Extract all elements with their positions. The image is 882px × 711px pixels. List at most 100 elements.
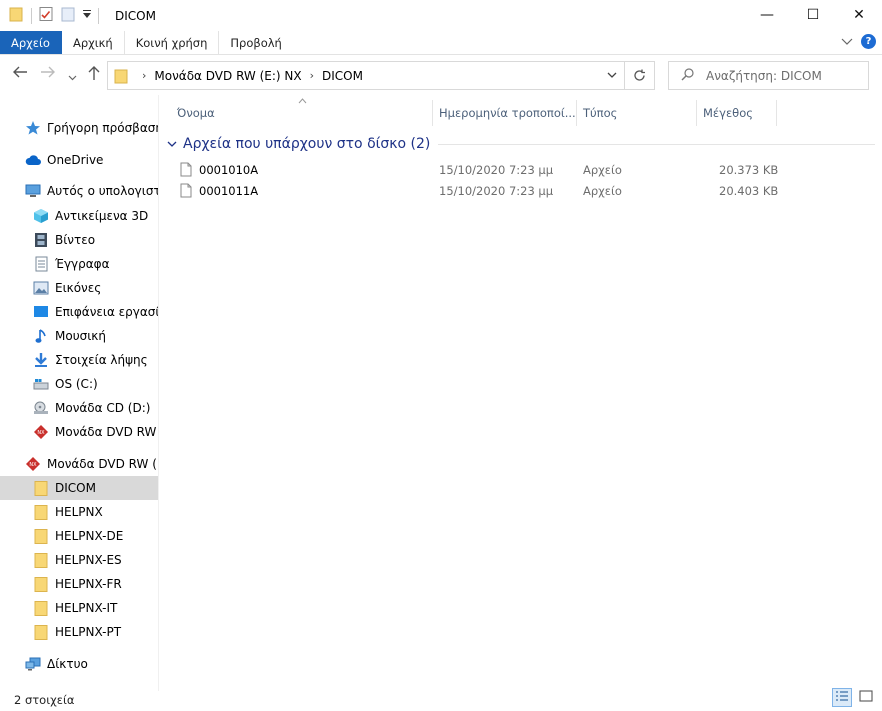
sidebar-item-label: Μονάδα DVD RW (E:): [47, 457, 158, 471]
folder-icon: [33, 528, 49, 544]
document-icon: [33, 256, 49, 272]
sidebar-item-quick-access[interactable]: Γρήγορη πρόσβαση: [0, 116, 158, 140]
sidebar-item-label: HELPNX-DE: [55, 529, 124, 543]
file-row[interactable]: 0001010A 15/10/2020 7:23 μμ Αρχείο 20.37…: [160, 159, 882, 180]
sidebar-item-videos[interactable]: Βίντεο: [0, 228, 158, 252]
customize-quick-access-icon[interactable]: [82, 8, 92, 23]
forward-arrow-icon[interactable]: [40, 65, 56, 83]
sidebar-item-helpnx-es[interactable]: HELPNX-ES: [0, 548, 158, 572]
folder-icon: [33, 504, 49, 520]
large-icons-view-button[interactable]: [856, 688, 876, 707]
maximize-button[interactable]: ☐: [790, 0, 836, 30]
recent-locations-chevron-icon[interactable]: [68, 69, 77, 85]
sidebar-item-label: HELPNX-PT: [55, 625, 122, 639]
file-type: Αρχείο: [583, 183, 622, 198]
sidebar-item-label: Έγγραφα: [55, 257, 110, 271]
sidebar-item-helpnx-fr[interactable]: HELPNX-FR: [0, 572, 158, 596]
folder-icon: [33, 480, 49, 496]
sidebar-item-helpnx-de[interactable]: HELPNX-DE: [0, 524, 158, 548]
sidebar-item-label: Αυτός ο υπολογιστής: [47, 184, 158, 198]
file-group-header[interactable]: Αρχεία που υπάρχουν στο δίσκο (2): [167, 133, 875, 155]
tab-share[interactable]: Κοινή χρήση: [125, 31, 220, 54]
sidebar-item-cd-d[interactable]: Μονάδα CD (D:): [0, 396, 158, 420]
sidebar-item-helpnx-it[interactable]: HELPNX-IT: [0, 596, 158, 620]
address-bar[interactable]: › Μονάδα DVD RW (E:) NX › DICOM: [107, 61, 655, 90]
sidebar-item-label: Αντικείμενα 3D: [55, 209, 149, 223]
group-divider: [438, 143, 875, 145]
details-view-button[interactable]: [832, 688, 852, 707]
sidebar-item-label: Βίντεο: [55, 233, 96, 247]
column-date-modified[interactable]: Ημερομηνία τροποποί...: [433, 100, 577, 126]
tab-view[interactable]: Προβολή: [219, 31, 293, 54]
network-icon: [25, 656, 41, 672]
sidebar-item-label: Γρήγορη πρόσβαση: [47, 121, 158, 135]
breadcrumb: › Μονάδα DVD RW (E:) NX › DICOM: [108, 68, 600, 84]
sidebar-item-desktop[interactable]: Επιφάνεια εργασίας: [0, 300, 158, 324]
navigation-bar: › Μονάδα DVD RW (E:) NX › DICOM Αναζήτησ…: [0, 56, 882, 94]
column-name[interactable]: Όνομα: [160, 100, 433, 126]
refresh-icon[interactable]: [624, 62, 654, 89]
breadcrumb-item-drive[interactable]: Μονάδα DVD RW (E:) NX: [154, 69, 301, 83]
sidebar-item-network[interactable]: Δίκτυο: [0, 652, 158, 676]
breadcrumb-chevron-icon[interactable]: ›: [310, 69, 314, 82]
sidebar-item-3d-objects[interactable]: Αντικείμενα 3D: [0, 204, 158, 228]
sidebar-item-documents[interactable]: Έγγραφα: [0, 252, 158, 276]
folder-icon: [33, 552, 49, 568]
file-name: 0001010A: [199, 162, 259, 177]
title-bar: DICOM — ☐ ✕: [0, 0, 882, 31]
sidebar-item-pictures[interactable]: Εικόνες: [0, 276, 158, 300]
column-type[interactable]: Τύπος: [577, 100, 697, 126]
sidebar-item-onedrive[interactable]: OneDrive: [0, 148, 158, 172]
minimize-button[interactable]: —: [744, 0, 790, 30]
sidebar-item-label: HELPNX-IT: [55, 601, 118, 615]
folder-icon: [33, 624, 49, 640]
breadcrumb-chevron-icon[interactable]: ›: [142, 69, 146, 82]
sidebar-item-helpnx-pt[interactable]: HELPNX-PT: [0, 620, 158, 644]
sidebar-item-dvd-e-root[interactable]: NX Μονάδα DVD RW (E:): [0, 452, 158, 476]
computer-icon: [25, 183, 41, 199]
sidebar-item-helpnx[interactable]: HELPNX: [0, 500, 158, 524]
svg-text:NX: NX: [37, 430, 45, 436]
new-folder-icon[interactable]: [60, 6, 76, 25]
breadcrumb-item-dicom[interactable]: DICOM: [322, 69, 363, 83]
sidebar-item-label: DICOM: [55, 481, 96, 495]
search-input[interactable]: Αναζήτηση: DICOM: [706, 69, 822, 83]
ribbon-tabs: Αρχείο Αρχική Κοινή χρήση Προβολή ?: [0, 31, 882, 55]
download-icon: [33, 352, 49, 368]
help-button[interactable]: ?: [861, 34, 876, 49]
sidebar-item-dicom[interactable]: DICOM: [0, 476, 158, 500]
folder-icon: [9, 6, 23, 25]
sidebar-item-label: Μονάδα DVD RW (E:: [55, 425, 158, 439]
properties-icon[interactable]: [38, 6, 54, 25]
column-size[interactable]: Μέγεθος: [697, 100, 777, 126]
file-name: 0001011A: [199, 183, 259, 198]
tab-file[interactable]: Αρχείο: [0, 31, 62, 54]
star-icon: [25, 120, 41, 136]
dvd-drive-icon: NX: [25, 456, 41, 472]
close-button[interactable]: ✕: [836, 0, 882, 30]
cube-3d-icon: [33, 208, 49, 224]
address-dropdown-icon[interactable]: [600, 72, 624, 79]
file-row[interactable]: 0001011A 15/10/2020 7:23 μμ Αρχείο 20.40…: [160, 180, 882, 201]
separator: [98, 7, 99, 24]
sidebar-item-this-pc[interactable]: Αυτός ο υπολογιστής: [0, 179, 158, 203]
collapse-chevron-icon[interactable]: [167, 138, 177, 151]
large-icons-view-icon: [859, 690, 873, 705]
file-size: 20.373 KB: [719, 162, 779, 177]
up-arrow-icon[interactable]: [87, 65, 101, 85]
sidebar-item-dvd-e[interactable]: NX Μονάδα DVD RW (E:: [0, 420, 158, 444]
sidebar-item-label: Μουσική: [55, 329, 106, 343]
search-box[interactable]: Αναζήτηση: DICOM: [668, 61, 869, 90]
folder-icon: [33, 576, 49, 592]
sidebar-item-os-c[interactable]: OS (C:): [0, 372, 158, 396]
pane-divider[interactable]: [158, 95, 159, 691]
sidebar-item-downloads[interactable]: Στοιχεία λήψης: [0, 348, 158, 372]
tab-home[interactable]: Αρχική: [62, 31, 125, 54]
window-title: DICOM: [115, 8, 156, 23]
sidebar-item-music[interactable]: Μουσική: [0, 324, 158, 348]
file-date: 15/10/2020 7:23 μμ: [439, 162, 554, 177]
back-arrow-icon[interactable]: [12, 65, 28, 83]
hard-drive-icon: [33, 376, 49, 392]
folder-icon: [114, 68, 128, 84]
expand-ribbon-icon[interactable]: [841, 35, 853, 49]
